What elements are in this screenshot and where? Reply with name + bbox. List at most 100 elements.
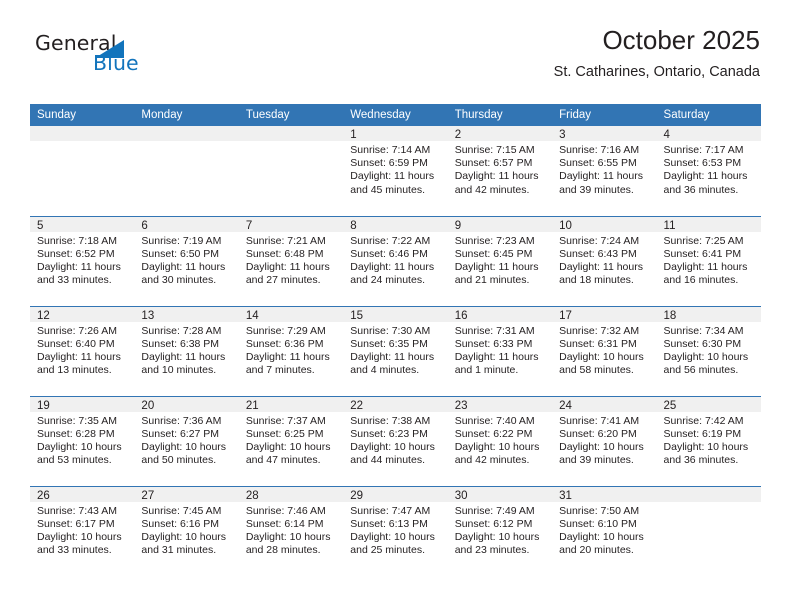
sunset-text: Sunset: 6:36 PM xyxy=(245,337,324,350)
daylight-text-line2: and 1 minute. xyxy=(454,364,519,377)
day-number: 7 xyxy=(238,216,344,232)
day-cell[interactable]: 2 Sunrise: 7:15 AM Sunset: 6:57 PM Dayli… xyxy=(447,126,553,216)
day-cell[interactable]: 7 Sunrise: 7:21 AM Sunset: 6:48 PM Dayli… xyxy=(238,215,344,306)
day-details: Sunrise: 7:30 AM Sunset: 6:35 PM Dayligh… xyxy=(343,322,447,378)
day-cell[interactable]: 17 Sunrise: 7:32 AM Sunset: 6:31 PM Dayl… xyxy=(552,305,657,396)
day-cell[interactable]: 12 Sunrise: 7:26 AM Sunset: 6:40 PM Dayl… xyxy=(30,305,135,396)
day-details: Sunrise: 7:14 AM Sunset: 6:59 PM Dayligh… xyxy=(343,141,447,197)
day-cell[interactable]: 30 Sunrise: 7:49 AM Sunset: 6:12 PM Dayl… xyxy=(447,485,553,576)
day-cell[interactable] xyxy=(656,485,761,576)
daylight-text-line1: Daylight: 10 hours xyxy=(37,530,122,543)
day-cell[interactable]: 27 Sunrise: 7:45 AM Sunset: 6:16 PM Dayl… xyxy=(134,485,239,576)
day-cell[interactable]: 3 Sunrise: 7:16 AM Sunset: 6:55 PM Dayli… xyxy=(552,126,657,216)
day-cell[interactable]: 4 Sunrise: 7:17 AM Sunset: 6:53 PM Dayli… xyxy=(656,126,761,216)
day-number: 22 xyxy=(343,396,448,412)
day-cell[interactable]: 8 Sunrise: 7:22 AM Sunset: 6:46 PM Dayli… xyxy=(343,215,448,306)
day-details: Sunrise: 7:38 AM Sunset: 6:23 PM Dayligh… xyxy=(343,412,447,468)
day-cell[interactable] xyxy=(134,126,239,216)
daylight-text-line1: Daylight: 11 hours xyxy=(245,260,330,273)
daylight-text-line1: Daylight: 10 hours xyxy=(663,350,749,363)
day-cell[interactable]: 25 Sunrise: 7:42 AM Sunset: 6:19 PM Dayl… xyxy=(656,395,761,486)
day-cell[interactable]: 6 Sunrise: 7:19 AM Sunset: 6:50 PM Dayli… xyxy=(134,215,239,306)
sunrise-text: Sunrise: 7:40 AM xyxy=(454,414,535,427)
day-number: 10 xyxy=(552,216,657,232)
daylight-text-line1: Daylight: 11 hours xyxy=(350,170,435,183)
daylight-text-line1: Daylight: 11 hours xyxy=(245,350,330,363)
sunset-text: Sunset: 6:45 PM xyxy=(454,247,533,260)
day-cell[interactable]: 14 Sunrise: 7:29 AM Sunset: 6:36 PM Dayl… xyxy=(238,305,344,396)
daylight-text-line1: Daylight: 10 hours xyxy=(350,440,435,453)
sunrise-text: Sunrise: 7:49 AM xyxy=(454,504,535,517)
day-cell[interactable]: 18 Sunrise: 7:34 AM Sunset: 6:30 PM Dayl… xyxy=(656,305,761,396)
daylight-text-line1: Daylight: 11 hours xyxy=(559,170,643,183)
day-number: 3 xyxy=(552,126,657,141)
sunrise-text: Sunrise: 7:17 AM xyxy=(663,144,744,156)
day-cell[interactable]: 24 Sunrise: 7:41 AM Sunset: 6:20 PM Dayl… xyxy=(552,395,657,486)
day-details: Sunrise: 7:18 AM Sunset: 6:52 PM Dayligh… xyxy=(30,232,134,288)
day-details: Sunrise: 7:41 AM Sunset: 6:20 PM Dayligh… xyxy=(552,412,656,468)
day-cell[interactable]: 28 Sunrise: 7:46 AM Sunset: 6:14 PM Dayl… xyxy=(238,485,344,576)
day-number: 16 xyxy=(447,306,553,322)
daylight-text-line1: Daylight: 10 hours xyxy=(141,440,227,453)
day-number: 19 xyxy=(30,396,135,412)
day-cell[interactable]: 1 Sunrise: 7:14 AM Sunset: 6:59 PM Dayli… xyxy=(343,126,448,216)
day-cell[interactable]: 31 Sunrise: 7:50 AM Sunset: 6:10 PM Dayl… xyxy=(552,485,657,576)
day-cell[interactable]: 21 Sunrise: 7:37 AM Sunset: 6:25 PM Dayl… xyxy=(238,395,344,486)
day-cell[interactable]: 15 Sunrise: 7:30 AM Sunset: 6:35 PM Dayl… xyxy=(343,305,448,396)
day-number: 21 xyxy=(238,396,344,412)
page-header: General Blue October 2025 St. Catharines… xyxy=(30,24,760,98)
day-details: Sunrise: 7:49 AM Sunset: 6:12 PM Dayligh… xyxy=(448,502,552,558)
calendar-page: General Blue October 2025 St. Catharines… xyxy=(0,0,792,612)
daylight-text-line1: Daylight: 10 hours xyxy=(559,530,644,543)
sunset-text: Sunset: 6:10 PM xyxy=(559,517,637,530)
day-details: Sunrise: 7:36 AM Sunset: 6:27 PM Dayligh… xyxy=(134,412,238,468)
day-cell[interactable] xyxy=(30,126,135,216)
sunset-text: Sunset: 6:23 PM xyxy=(350,427,428,440)
sunset-text: Sunset: 6:38 PM xyxy=(141,337,220,350)
daylight-text-line2: and 53 minutes. xyxy=(37,454,112,467)
daylight-text-line2: and 45 minutes. xyxy=(350,183,425,196)
day-cell[interactable]: 16 Sunrise: 7:31 AM Sunset: 6:33 PM Dayl… xyxy=(447,305,553,396)
sunset-text: Sunset: 6:22 PM xyxy=(454,427,533,440)
sunrise-text: Sunrise: 7:35 AM xyxy=(37,414,117,427)
day-cell[interactable]: 26 Sunrise: 7:43 AM Sunset: 6:17 PM Dayl… xyxy=(30,485,135,576)
day-cell[interactable]: 9 Sunrise: 7:23 AM Sunset: 6:45 PM Dayli… xyxy=(447,215,553,306)
day-number: 15 xyxy=(343,306,448,322)
day-cell[interactable]: 29 Sunrise: 7:47 AM Sunset: 6:13 PM Dayl… xyxy=(343,485,448,576)
day-details: Sunrise: 7:24 AM Sunset: 6:43 PM Dayligh… xyxy=(552,232,656,288)
day-number: 24 xyxy=(552,396,657,412)
sunrise-text: Sunrise: 7:28 AM xyxy=(141,324,222,337)
day-number: 31 xyxy=(552,486,657,502)
day-number: 14 xyxy=(238,306,344,322)
day-cell[interactable]: 5 Sunrise: 7:18 AM Sunset: 6:52 PM Dayli… xyxy=(30,215,135,306)
day-cell[interactable] xyxy=(238,126,344,216)
day-details: Sunrise: 7:25 AM Sunset: 6:41 PM Dayligh… xyxy=(657,232,761,288)
daylight-text-line2: and 44 minutes. xyxy=(350,454,425,467)
day-cell[interactable]: 10 Sunrise: 7:24 AM Sunset: 6:43 PM Dayl… xyxy=(552,215,657,306)
sunrise-text: Sunrise: 7:14 AM xyxy=(350,144,431,156)
day-cell[interactable]: 23 Sunrise: 7:40 AM Sunset: 6:22 PM Dayl… xyxy=(447,395,553,486)
title-block: October 2025 St. Catharines, Ontario, Ca… xyxy=(554,24,760,82)
sunset-text: Sunset: 6:55 PM xyxy=(559,157,637,170)
day-details: Sunrise: 7:31 AM Sunset: 6:33 PM Dayligh… xyxy=(448,322,552,378)
day-details: Sunrise: 7:22 AM Sunset: 6:46 PM Dayligh… xyxy=(343,232,447,288)
daylight-text-line2: and 47 minutes. xyxy=(245,454,321,467)
sunset-text: Sunset: 6:30 PM xyxy=(663,337,742,350)
daylight-text-line1: Daylight: 11 hours xyxy=(37,260,121,273)
sunrise-text: Sunrise: 7:31 AM xyxy=(454,324,535,337)
day-details: Sunrise: 7:19 AM Sunset: 6:50 PM Dayligh… xyxy=(134,232,238,288)
day-number: 28 xyxy=(238,486,344,502)
day-cell[interactable]: 19 Sunrise: 7:35 AM Sunset: 6:28 PM Dayl… xyxy=(30,395,135,486)
day-cell[interactable]: 13 Sunrise: 7:28 AM Sunset: 6:38 PM Dayl… xyxy=(134,305,239,396)
day-number xyxy=(238,126,344,141)
day-cell[interactable]: 20 Sunrise: 7:36 AM Sunset: 6:27 PM Dayl… xyxy=(134,395,239,486)
day-cell[interactable]: 11 Sunrise: 7:25 AM Sunset: 6:41 PM Dayl… xyxy=(656,215,761,306)
daylight-text-line1: Daylight: 11 hours xyxy=(37,350,121,363)
day-cell[interactable]: 22 Sunrise: 7:38 AM Sunset: 6:23 PM Dayl… xyxy=(343,395,448,486)
sunset-text: Sunset: 6:13 PM xyxy=(350,517,428,530)
daylight-text-line2: and 31 minutes. xyxy=(141,544,217,557)
daylight-text-line1: Daylight: 10 hours xyxy=(245,440,331,453)
daylight-text-line1: Daylight: 10 hours xyxy=(141,530,227,543)
day-number: 13 xyxy=(134,306,239,322)
sunset-text: Sunset: 6:53 PM xyxy=(663,157,742,170)
